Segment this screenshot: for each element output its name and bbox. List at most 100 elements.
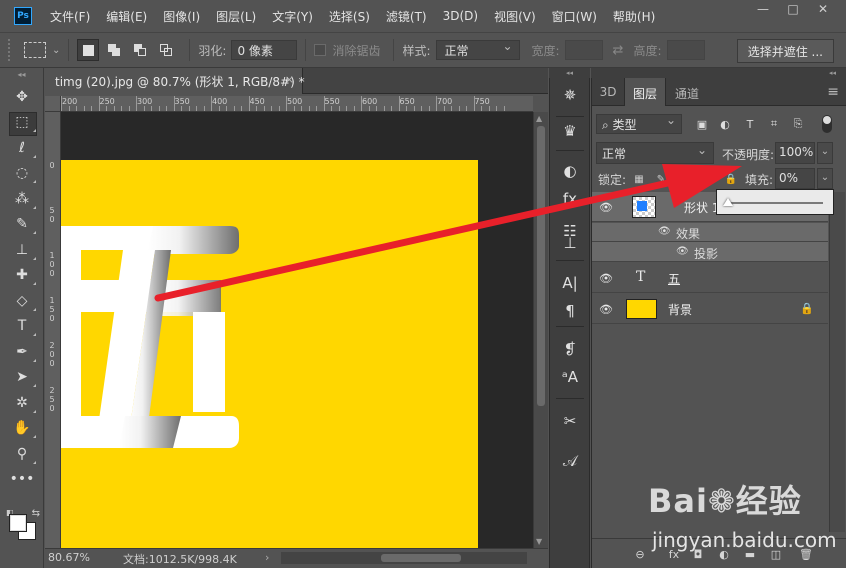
marquee-preset-icon[interactable] xyxy=(24,42,46,58)
eraser-tool[interactable]: ◇ xyxy=(0,288,44,314)
menu-filter[interactable]: 滤镜(T) xyxy=(378,8,435,25)
pen-tool[interactable]: ✒ xyxy=(0,339,44,365)
brush-tool[interactable]: ✎ xyxy=(0,212,44,238)
type-filter-icon[interactable]: T xyxy=(742,116,758,132)
layer-row[interactable]: 👁 背景 🔒 xyxy=(592,294,828,324)
tools-icon[interactable]: ✂ xyxy=(556,408,584,434)
close-tab-icon[interactable]: × xyxy=(285,73,294,86)
add-selection-button[interactable] xyxy=(103,39,125,61)
pixel-filter-icon[interactable]: ▣ xyxy=(694,116,710,132)
menu-type[interactable]: 文字(Y) xyxy=(264,8,321,25)
visibility-eye-icon[interactable]: 👁 xyxy=(599,201,613,214)
antialias-checkbox[interactable] xyxy=(314,44,327,56)
select-and-mask-button[interactable]: 选择并遮住 ... xyxy=(736,39,834,63)
preset-caret-icon[interactable]: ⌄ xyxy=(52,45,60,56)
opacity-input[interactable]: 100% xyxy=(775,142,815,164)
histogram-icon[interactable]: ♛ xyxy=(556,118,584,144)
drop-shadow-row[interactable]: 👁 投影 xyxy=(592,242,828,262)
blend-mode-select[interactable]: 正常 xyxy=(596,142,714,164)
canvas-horizontal-scrollbar[interactable] xyxy=(281,552,527,564)
fill-slider-track[interactable] xyxy=(727,202,823,204)
icon-dock-collapse[interactable]: ◂◂ xyxy=(549,68,590,78)
canvas-vertical-scrollbar[interactable]: ▲ ▼ xyxy=(533,112,548,548)
intersect-selection-button[interactable] xyxy=(155,39,177,61)
lock-pixels-icon[interactable]: ✎ xyxy=(654,172,668,186)
tab-layers[interactable]: 图层 xyxy=(624,78,666,106)
drop-shadow-eye-icon[interactable]: 👁 xyxy=(676,246,689,257)
more-tools[interactable]: ••• xyxy=(0,467,44,493)
filter-toggle[interactable] xyxy=(822,115,832,133)
zoom-tool[interactable]: ⚲ xyxy=(0,441,44,467)
visibility-eye-icon[interactable]: 👁 xyxy=(599,272,613,285)
type-tool[interactable]: T xyxy=(0,314,44,340)
shape-filter-icon[interactable]: ⌗ xyxy=(766,116,782,132)
new-layer-icon[interactable]: ◫ xyxy=(768,546,784,562)
adjustment-filter-icon[interactable]: ◐ xyxy=(717,116,733,132)
healing-tool[interactable]: ✚ xyxy=(0,263,44,289)
quick-select-tool[interactable]: ◌ xyxy=(0,161,44,187)
zoom-level[interactable]: 80.67% xyxy=(48,551,90,564)
status-menu-arrow[interactable]: › xyxy=(265,551,269,564)
navigator-icon[interactable]: ✵ xyxy=(556,82,584,108)
menu-layer[interactable]: 图层(L) xyxy=(208,8,264,25)
glyph-style-icon[interactable]: ᵃA xyxy=(556,364,584,390)
glyphs-icon[interactable]: 𝒜 xyxy=(556,448,584,474)
style-select[interactable]: 正常 xyxy=(435,39,520,60)
new-group-icon[interactable]: ▬ xyxy=(742,546,758,562)
stamp-tool[interactable]: ⊥ xyxy=(0,237,44,263)
menu-image[interactable]: 图像(I) xyxy=(155,8,208,25)
ruler-origin[interactable] xyxy=(45,96,61,112)
opacity-dropdown-icon[interactable]: ⌄ xyxy=(817,142,833,164)
adjust-icon[interactable]: ◐ xyxy=(556,158,584,184)
effects-eye-icon[interactable]: 👁 xyxy=(658,226,671,237)
visibility-eye-icon[interactable]: 👁 xyxy=(599,303,613,316)
subtract-selection-button[interactable] xyxy=(129,39,151,61)
move-tool[interactable]: ✥ xyxy=(0,84,44,110)
fill-dropdown-icon[interactable]: ⌄ xyxy=(817,168,833,189)
layer-name[interactable]: 五 xyxy=(668,270,680,287)
layer-name[interactable]: 形状 1 xyxy=(684,199,719,216)
scroll-down-icon[interactable]: ▼ xyxy=(536,537,542,546)
menu-help[interactable]: 帮助(H) xyxy=(605,8,663,25)
scroll-up-icon[interactable]: ▲ xyxy=(536,114,542,123)
layer-row[interactable]: 👁 T 五 xyxy=(592,263,828,293)
tab-3d[interactable]: 3D xyxy=(592,78,624,106)
fill-input[interactable]: 0% xyxy=(775,168,815,189)
menu-file[interactable]: 文件(F) xyxy=(42,8,98,25)
layer-name[interactable]: 背景 xyxy=(668,301,692,318)
path-select-tool[interactable]: ➤ xyxy=(0,365,44,391)
smart-object-filter-icon[interactable]: ⎘ xyxy=(790,116,806,132)
lasso-tool[interactable]: ℓ xyxy=(0,135,44,161)
vertical-ruler[interactable]: 050100150200250 xyxy=(45,112,61,548)
canvas-area[interactable] xyxy=(61,112,533,548)
paragraph-icon[interactable]: ¶ xyxy=(556,298,584,324)
char-style-icon[interactable]: ❡ xyxy=(556,336,584,362)
lock-position-icon[interactable]: ✥ xyxy=(680,172,694,186)
maximize-button[interactable]: □ xyxy=(778,0,808,18)
fx-icon[interactable]: fx xyxy=(556,186,584,212)
menu-edit[interactable]: 编辑(E) xyxy=(98,8,155,25)
new-adjustment-icon[interactable]: ◐ xyxy=(716,546,732,562)
hand-tool[interactable]: ✋ xyxy=(0,416,44,442)
vertical-scroll-thumb[interactable] xyxy=(537,126,545,406)
layers-scrollbar[interactable] xyxy=(829,192,845,532)
tab-channels[interactable]: 通道 xyxy=(666,78,708,106)
tools-panel-collapse[interactable]: ◂◂ xyxy=(0,68,43,84)
close-window-button[interactable]: ✕ xyxy=(808,0,838,18)
horizontal-ruler[interactable]: 200 250 300 350 400 450 500 550 600 650 700 750 xyxy=(45,96,533,112)
minimize-button[interactable]: — xyxy=(748,0,778,18)
character-icon[interactable]: A| xyxy=(556,270,584,296)
menu-select[interactable]: 选择(S) xyxy=(321,8,378,25)
feather-input[interactable]: 0 像素 xyxy=(231,40,298,60)
document-image[interactable] xyxy=(61,160,478,548)
marquee-tool[interactable]: ⬚ xyxy=(0,110,44,135)
panel-menu-icon[interactable]: ≡ xyxy=(827,84,839,100)
swap-colors-icon[interactable]: ⇆ xyxy=(32,508,40,519)
new-selection-button[interactable] xyxy=(77,39,100,61)
lock-all-icon[interactable]: 🔒 xyxy=(724,172,738,186)
fill-slider-thumb[interactable] xyxy=(723,198,733,206)
menu-view[interactable]: 视图(V) xyxy=(486,8,544,25)
add-style-icon[interactable]: fx xyxy=(666,546,682,562)
lock-artboard-icon[interactable]: ⌑ xyxy=(702,172,716,186)
link-layers-icon[interactable]: ⊖ xyxy=(632,546,648,562)
